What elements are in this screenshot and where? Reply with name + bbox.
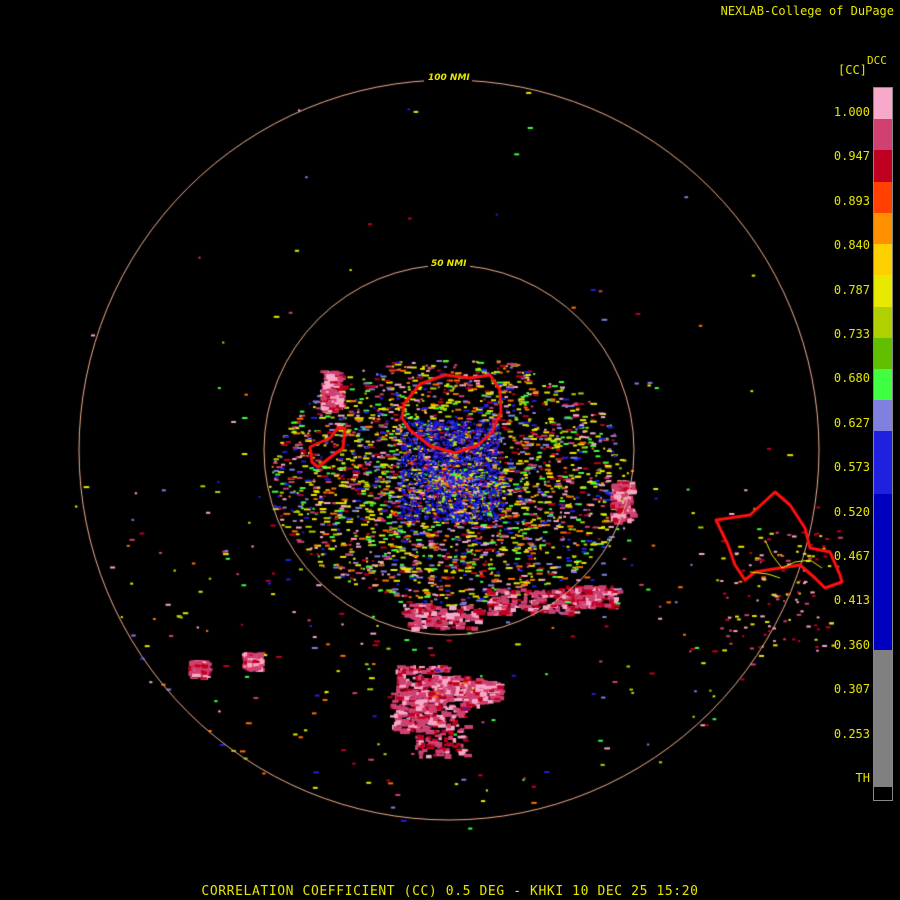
color-scale-tick: 0.573	[833, 460, 870, 475]
credit-label: NEXLAB-College of DuPage	[720, 4, 894, 18]
color-scale-tick: TH	[855, 771, 870, 785]
color-scale-tick: 0.307	[833, 682, 870, 697]
color-scale-tick: 0.787	[833, 282, 870, 297]
color-scale-segment	[874, 649, 892, 788]
color-scale-segment	[874, 275, 892, 307]
color-scale-tick: 0.947	[833, 149, 870, 164]
product-title: CORRELATION COEFFICIENT (CC) 0.5 DEG - K…	[201, 884, 699, 899]
color-scale-segment	[874, 119, 892, 151]
color-scale-segment	[874, 400, 892, 432]
color-scale-segment	[874, 212, 892, 245]
ring-label-100: 100 NMI	[428, 73, 470, 83]
color-scale-tick: 0.253	[833, 726, 870, 741]
color-scale-tick: 0.520	[833, 504, 870, 519]
color-scale-tick: 0.733	[833, 327, 870, 341]
color-scale-segment	[874, 368, 892, 401]
color-scale-segment	[874, 244, 892, 276]
ring-label-50: 50 NMI	[431, 259, 467, 269]
radar-canvas	[0, 0, 900, 900]
color-scale-tick: 0.893	[833, 193, 870, 208]
color-scale-segment	[874, 88, 892, 120]
color-scale-segment	[874, 337, 892, 369]
color-scale-tick: 0.467	[833, 549, 870, 563]
color-scale-tick: 1.000	[833, 105, 870, 119]
color-scale-bar	[873, 87, 893, 801]
color-scale-tick: 0.360	[833, 637, 870, 652]
color-scale-tick: 0.680	[833, 371, 870, 386]
color-scale-tick: 0.627	[833, 415, 870, 430]
color-scale-segment	[874, 306, 892, 338]
color-scale-tick: 0.413	[833, 593, 870, 608]
color-scale-segment	[874, 493, 892, 650]
unit-label: [CC]	[838, 63, 867, 77]
color-scale-segment	[874, 150, 892, 182]
color-scale-tick: 0.840	[833, 238, 870, 253]
color-scale-segment	[874, 181, 892, 213]
radar-display: NEXLAB-College of DuPage DCC [CC] 100 NM…	[0, 0, 900, 900]
product-code-label: DCC	[867, 54, 887, 67]
color-scale-segment	[874, 787, 892, 800]
color-scale-segment	[874, 431, 892, 494]
